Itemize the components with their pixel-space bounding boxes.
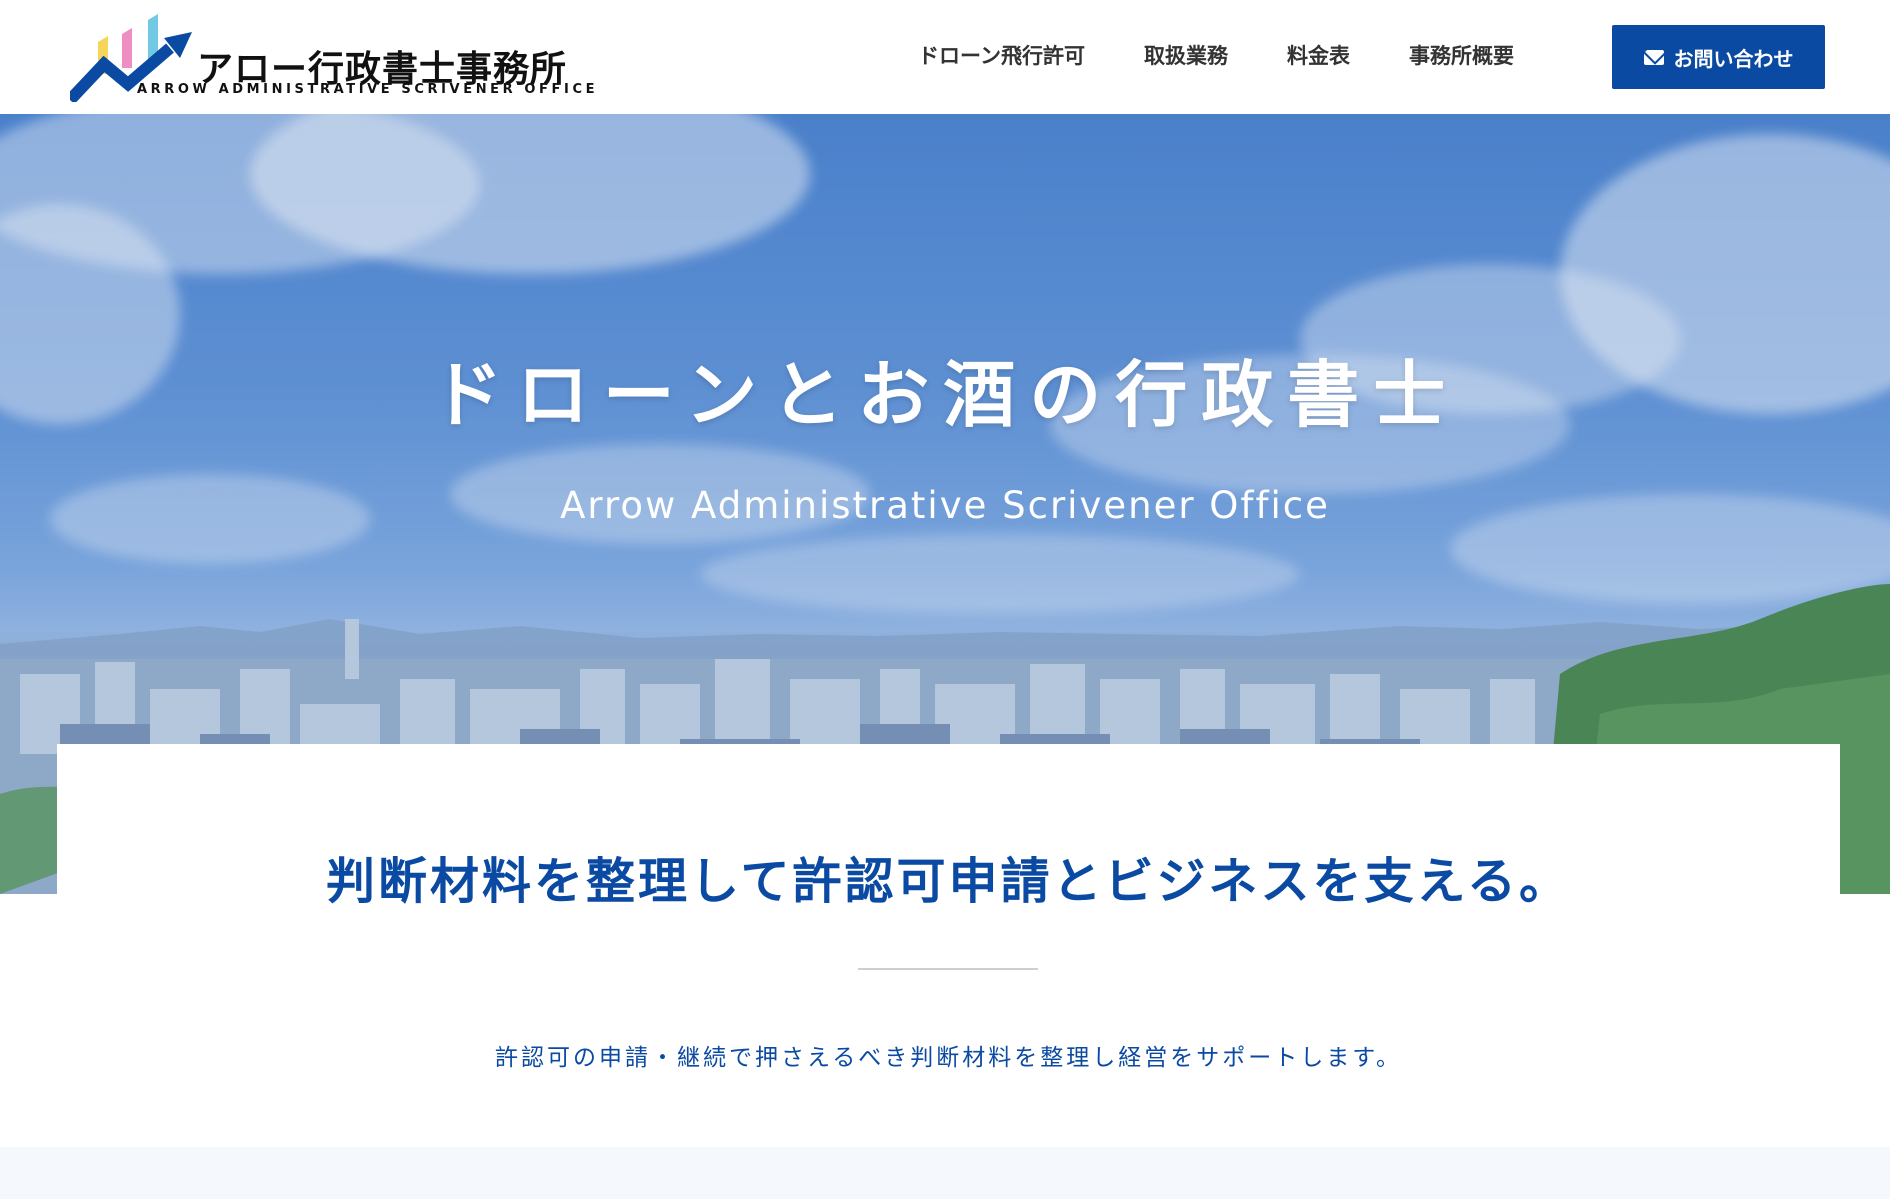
mail-icon [1643,49,1664,65]
nav-office-overview[interactable]: 事務所概要 [1409,40,1514,70]
contact-button-label: お問い合わせ [1673,46,1794,71]
intro-text: 許認可の申請・継続で押さえるべき判断材料を整理し経営をサポートします。 [494,1045,1402,1071]
site-logo[interactable]: アロー行政書士事務所 ARROW ADMINISTRATIVE SCRIVENE… [70,12,594,102]
nav-drone-permit[interactable]: ドローン飛行許可 [918,40,1085,70]
nav-pricing[interactable]: 料金表 [1287,40,1350,70]
site-header: アロー行政書士事務所 ARROW ADMINISTRATIVE SCRIVENE… [0,0,1890,114]
section-divider [858,968,1038,970]
next-section-background [0,1147,1890,1199]
intro-card: 判断材料を整理して許認可申請とビジネスを支える。 許認可の申請・継続で押さえるべ… [57,744,1840,1144]
nav-services[interactable]: 取扱業務 [1144,40,1228,70]
hero-subtitle: Arrow Administrative Scrivener Office [560,484,1330,527]
main-nav: ドローン飛行許可 取扱業務 料金表 事務所概要 [918,40,1514,70]
intro-heading: 判断材料を整理して許認可申請とビジネスを支える。 [325,853,1572,910]
contact-button[interactable]: お問い合わせ [1612,25,1825,89]
logo-subtitle: ARROW ADMINISTRATIVE SCRIVENER OFFICE [137,82,599,97]
hero-title: ドローンとお酒の行政書士 [430,353,1460,437]
